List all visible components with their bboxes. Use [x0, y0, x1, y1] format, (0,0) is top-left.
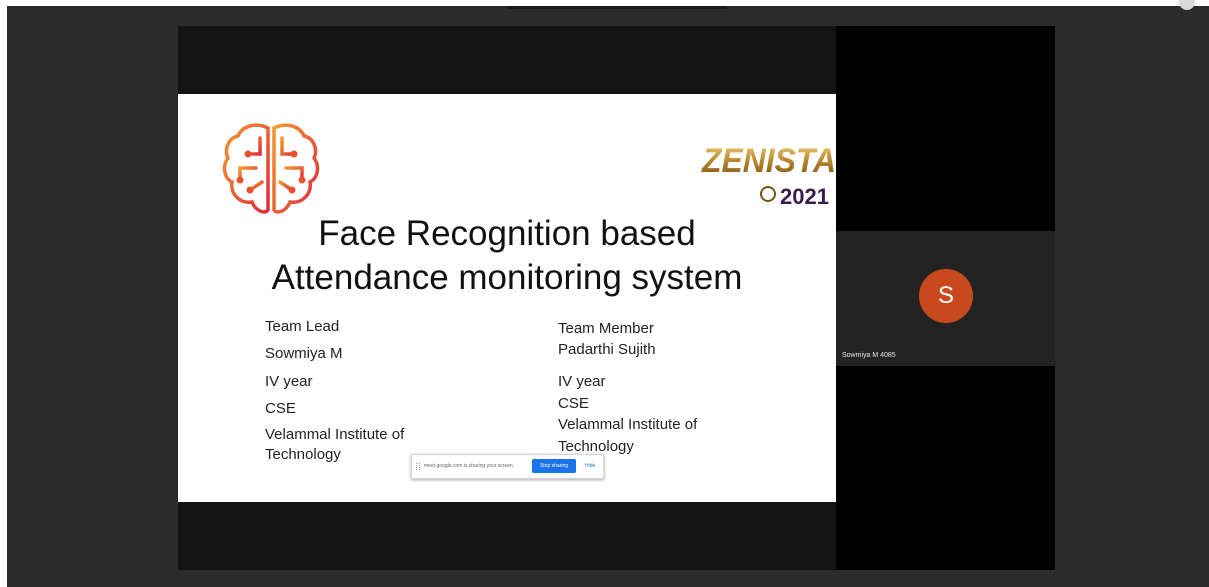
hide-banner-button[interactable]: Hide — [585, 463, 595, 469]
slide-title-line-1: Face Recognition based — [318, 214, 696, 253]
team-member-name: Padarthi Sujith — [558, 341, 656, 358]
participant-tile[interactable]: S Sowmiya M 4085 — [836, 231, 1055, 366]
team-lead-year: IV year — [265, 373, 313, 390]
team-lead-institute-cont: Technology — [265, 446, 341, 463]
svg-text:2021: 2021 — [780, 184, 829, 208]
screen-share-banner: meet.google.com is sharing your screen. … — [411, 454, 604, 479]
stop-sharing-button[interactable]: Stop sharing — [532, 459, 576, 473]
avatar: S — [919, 269, 973, 323]
team-member-year: IV year — [558, 373, 606, 390]
video-panel-bottom — [836, 366, 1055, 570]
team-lead-dept: CSE — [265, 400, 296, 417]
meeting-window: ZENISTA 2021 Face Recognition based Atte… — [7, 0, 1209, 587]
team-lead-institute: Velammal Institute of — [265, 426, 405, 443]
presentation-slide: ZENISTA 2021 Face Recognition based Atte… — [178, 94, 836, 502]
participant-name: Sowmiya M 4085 — [842, 352, 896, 359]
team-member-label: Team Member — [558, 320, 654, 337]
share-banner-message: meet.google.com is sharing your screen. — [424, 463, 515, 469]
team-lead-label: Team Lead — [265, 318, 340, 335]
brain-circuit-logo — [222, 123, 320, 214]
zenista-2021-logo: ZENISTA 2021 — [701, 142, 836, 208]
drag-handle-icon[interactable] — [416, 463, 420, 470]
svg-text:ZENISTA: ZENISTA — [701, 142, 836, 180]
top-bar — [507, 6, 727, 9]
corner-indicator — [1179, 0, 1195, 10]
slide-title-line-2: Attendance monitoring system — [271, 258, 743, 297]
video-panel-top — [836, 26, 1055, 231]
team-member-institute: Velammal Institute of — [558, 416, 698, 433]
team-lead-name: Sowmiya M — [265, 345, 343, 362]
screen-share-view: ZENISTA 2021 Face Recognition based Atte… — [178, 26, 836, 570]
team-member-dept: CSE — [558, 395, 589, 412]
